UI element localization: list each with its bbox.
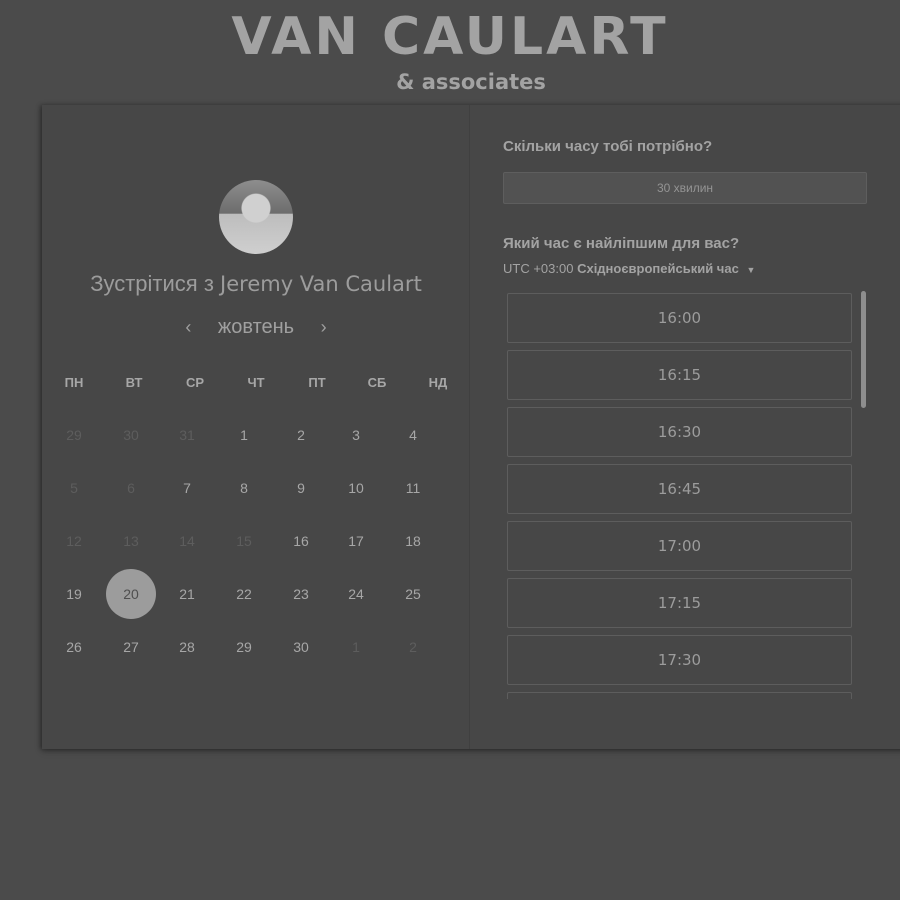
- calendar-day[interactable]: 28: [162, 622, 212, 672]
- calendar-day: 6: [127, 480, 135, 496]
- calendar-day: 29: [66, 427, 82, 443]
- weekday-label: ЧТ: [247, 375, 265, 390]
- brand-title: VAN CAULART: [231, 7, 669, 67]
- booking-card: Зустрітися з Jeremy Van Caulart ‹ жовтен…: [42, 105, 900, 749]
- calendar-day[interactable]: 3: [331, 410, 381, 460]
- calendar-day[interactable]: 26: [49, 622, 99, 672]
- calendar-day[interactable]: 30: [276, 622, 326, 672]
- time-slot-button[interactable]: 16:15: [507, 350, 852, 400]
- calendar-day[interactable]: 21: [162, 569, 212, 619]
- weekday-label: СР: [185, 375, 205, 390]
- time-slot-button[interactable]: 16:45: [507, 464, 852, 514]
- scrollbar[interactable]: [861, 291, 866, 408]
- timezone-name: Східноєвропейський час: [577, 261, 739, 276]
- timezone-offset: UTC +03:00: [503, 261, 574, 276]
- weekday-label: НД: [428, 375, 448, 390]
- calendar-day[interactable]: 24: [331, 569, 381, 619]
- duration-select[interactable]: 30 хвилин: [503, 172, 867, 204]
- calendar-day: 5: [70, 480, 78, 496]
- time-slot-button[interactable]: 17:15: [507, 578, 852, 628]
- calendar-day[interactable]: 19: [49, 569, 99, 619]
- time-question: Який час є найліпшим для вас?: [503, 235, 740, 252]
- weekday-label: ПН: [64, 375, 84, 390]
- month-label: жовтень: [217, 316, 295, 338]
- calendar-day[interactable]: 17: [331, 516, 381, 566]
- brand-subtitle: & associates: [396, 70, 546, 94]
- calendar-day[interactable]: 10: [331, 463, 381, 513]
- calendar-day: 30: [123, 427, 139, 443]
- calendar-day[interactable]: 25: [388, 569, 438, 619]
- calendar-day: 14: [179, 533, 195, 549]
- weekday-label: ВТ: [125, 375, 143, 390]
- host-name: Jeremy Van Caulart: [220, 272, 422, 296]
- timezone-select[interactable]: UTC +03:00 Східноєвропейський час ▼: [503, 261, 755, 276]
- time-slot-button[interactable]: 17:30: [507, 635, 852, 685]
- calendar-day[interactable]: 27: [106, 622, 156, 672]
- calendar-day[interactable]: 29: [219, 622, 269, 672]
- calendar-day: 2: [409, 639, 417, 655]
- calendar-day[interactable]: 2: [276, 410, 326, 460]
- time-pane: Скільки часу тобі потрібно? 30 хвилин Як…: [471, 105, 900, 749]
- time-slot-button[interactable]: 16:00: [507, 293, 852, 343]
- calendar-day: 31: [179, 427, 195, 443]
- calendar-day[interactable]: 9: [276, 463, 326, 513]
- weekday-label: СБ: [367, 375, 387, 390]
- calendar-day[interactable]: 23: [276, 569, 326, 619]
- meet-prefix: Зустрітися з: [90, 271, 214, 296]
- calendar-day-selected[interactable]: 20: [106, 569, 156, 619]
- calendar-day: 12: [66, 533, 82, 549]
- prev-month-icon[interactable]: ‹: [176, 317, 200, 338]
- calendar-pane: Зустрітися з Jeremy Van Caulart ‹ жовтен…: [42, 105, 470, 749]
- time-slot-button[interactable]: [507, 692, 852, 699]
- calendar-day[interactable]: 16: [276, 516, 326, 566]
- calendar-day: 15: [236, 533, 252, 549]
- calendar-day[interactable]: 11: [388, 463, 438, 513]
- calendar-day: 1: [352, 639, 360, 655]
- calendar-day[interactable]: 1: [219, 410, 269, 460]
- calendar-day[interactable]: 8: [219, 463, 269, 513]
- next-month-icon[interactable]: ›: [312, 317, 336, 338]
- time-slot-button[interactable]: 16:30: [507, 407, 852, 457]
- time-slot-button[interactable]: 17:00: [507, 521, 852, 571]
- time-slot-list: 16:00 16:15 16:30 16:45 17:00 17:15 17:30: [507, 291, 853, 699]
- meet-title: Зустрітися з Jeremy Van Caulart: [42, 271, 470, 297]
- weekday-label: ПТ: [308, 375, 326, 390]
- calendar-day[interactable]: 7: [162, 463, 212, 513]
- calendar-day[interactable]: 22: [219, 569, 269, 619]
- duration-question: Скільки часу тобі потрібно?: [503, 138, 713, 155]
- calendar-day: 13: [123, 533, 139, 549]
- avatar: [219, 180, 293, 254]
- calendar-day[interactable]: 4: [388, 410, 438, 460]
- month-nav: ‹ жовтень ›: [42, 316, 470, 339]
- calendar-day[interactable]: 18: [388, 516, 438, 566]
- caret-down-icon: ▼: [746, 265, 756, 275]
